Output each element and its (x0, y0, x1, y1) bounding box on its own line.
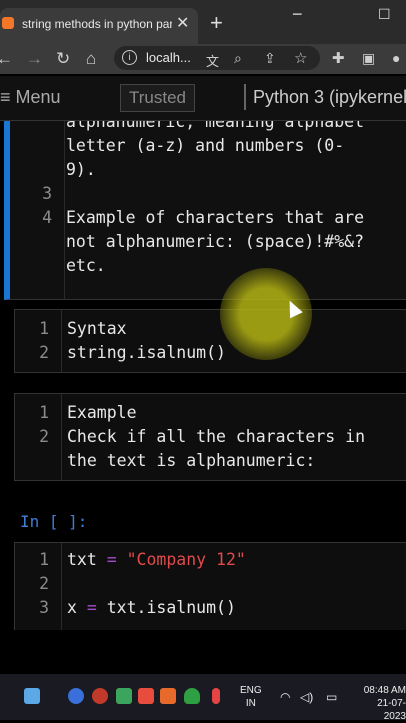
line-number: 4 (42, 208, 52, 227)
battery-icon[interactable]: ▭ (326, 690, 337, 704)
cell-text-line: Syntax (67, 319, 127, 338)
line-number: 1 (39, 403, 49, 422)
minimize-icon[interactable]: − (292, 4, 303, 25)
reload-icon[interactable]: ↻ (56, 49, 70, 69)
line-number: 3 (42, 184, 52, 203)
cell-gutter (64, 121, 65, 299)
app-icon-4[interactable] (138, 688, 154, 704)
start-icon[interactable] (24, 688, 40, 704)
cell-text-line: alphanumeric, meaning alphabet (66, 121, 365, 131)
language-indicator[interactable]: ENG IN (240, 684, 262, 710)
url-text[interactable]: localh... (146, 50, 191, 65)
translate-icon[interactable]: 文 (206, 51, 219, 70)
site-info-icon[interactable]: i (122, 50, 137, 65)
code-line[interactable]: txt = "Company 12" (67, 550, 246, 569)
menu-button[interactable]: ≡ Menu (0, 87, 61, 108)
share-icon[interactable]: ⇪ (264, 50, 276, 67)
cell-text-line: the text is alphanumeric: (67, 451, 316, 470)
operator-token: = (106, 550, 117, 569)
screen-gap (0, 630, 406, 674)
cell-text-line: etc. (66, 256, 106, 275)
trusted-button[interactable]: Trusted (120, 84, 196, 112)
zoom-icon[interactable]: ⌕ (234, 50, 242, 67)
windows-taskbar (0, 674, 406, 720)
cell-text-line: 9). (66, 160, 96, 179)
cell-prompt: In [ ]: (20, 512, 88, 531)
markdown-cell-example[interactable]: 1 Example 2 Check if all the characters in t… (14, 393, 406, 481)
app-icon-5[interactable] (160, 688, 176, 704)
line-number: 2 (39, 574, 49, 593)
cell-text-line: Example of characters that are (66, 208, 365, 227)
operator-token: = (86, 598, 97, 617)
kernel-indicator[interactable]: Python 3 (ipykernel (253, 87, 406, 108)
code-token: txt (67, 550, 107, 569)
bookmark-star-icon[interactable]: ☆ (294, 49, 307, 67)
cell-text-line: not alphanumeric: (space)!#%&? (66, 232, 365, 251)
notebook-area[interactable]: alphanumeric, meaning alphabet letter (a-… (0, 121, 406, 630)
close-tab-icon[interactable]: ✕ (176, 13, 189, 33)
wifi-icon[interactable]: ◠ (280, 690, 290, 704)
home-icon[interactable]: ⌂ (86, 49, 96, 69)
code-token: txt.isalnum() (96, 598, 236, 617)
region-code: IN (245, 698, 256, 709)
sidebar-icon[interactable]: ▣ (362, 50, 375, 67)
markdown-cell-syntax[interactable]: 1 Syntax 2 string.isalnum() (14, 309, 406, 373)
code-line[interactable]: x = txt.isalnum() (67, 598, 236, 617)
maximize-icon[interactable]: ☐ (378, 6, 391, 23)
app-icon-3[interactable] (116, 688, 132, 704)
line-number: 2 (39, 343, 49, 362)
forward-icon[interactable]: → (26, 49, 43, 69)
line-number: 2 (39, 427, 49, 446)
line-number: 3 (39, 598, 49, 617)
code-cell[interactable]: 1 txt = "Company 12" 2 3 x = txt.isalnum() (14, 542, 406, 630)
new-tab-button[interactable]: + (210, 10, 223, 36)
markdown-cell-selected[interactable]: alphanumeric, meaning alphabet letter (a-… (4, 121, 406, 300)
line-number: 1 (39, 319, 49, 338)
app-icon-1[interactable] (68, 688, 84, 704)
cell-text-line: Check if all the characters in (67, 427, 366, 446)
back-icon[interactable]: ← (0, 49, 13, 69)
clock[interactable]: 08:48 AM 21-07-2023 (362, 684, 406, 723)
extensions-icon[interactable]: ✚ (332, 49, 345, 67)
language-code: ENG (240, 685, 262, 696)
tab-title: string methods in python part (22, 17, 172, 31)
cell-text-line: string.isalnum() (67, 343, 226, 362)
profile-icon[interactable]: ● (392, 50, 400, 66)
line-number: 1 (39, 550, 49, 569)
volume-icon[interactable]: ◁) (300, 690, 313, 704)
time-text: 08:48 AM (363, 685, 406, 696)
string-token: "Company 12" (126, 550, 246, 569)
cell-text-line: Example (67, 403, 137, 422)
date-text: 21-07-2023 (377, 698, 406, 722)
code-token: x (67, 598, 87, 617)
toolbar-divider (244, 84, 246, 110)
cell-text-line: letter (a-z) and numbers (0- (66, 136, 345, 155)
jupyter-favicon-icon (2, 17, 14, 29)
cell-gutter (61, 310, 62, 372)
cell-gutter (61, 543, 62, 630)
microphone-icon[interactable] (212, 688, 220, 704)
app-icon-2[interactable] (92, 688, 108, 704)
cell-gutter (61, 394, 62, 480)
app-icon-6[interactable] (184, 688, 200, 704)
